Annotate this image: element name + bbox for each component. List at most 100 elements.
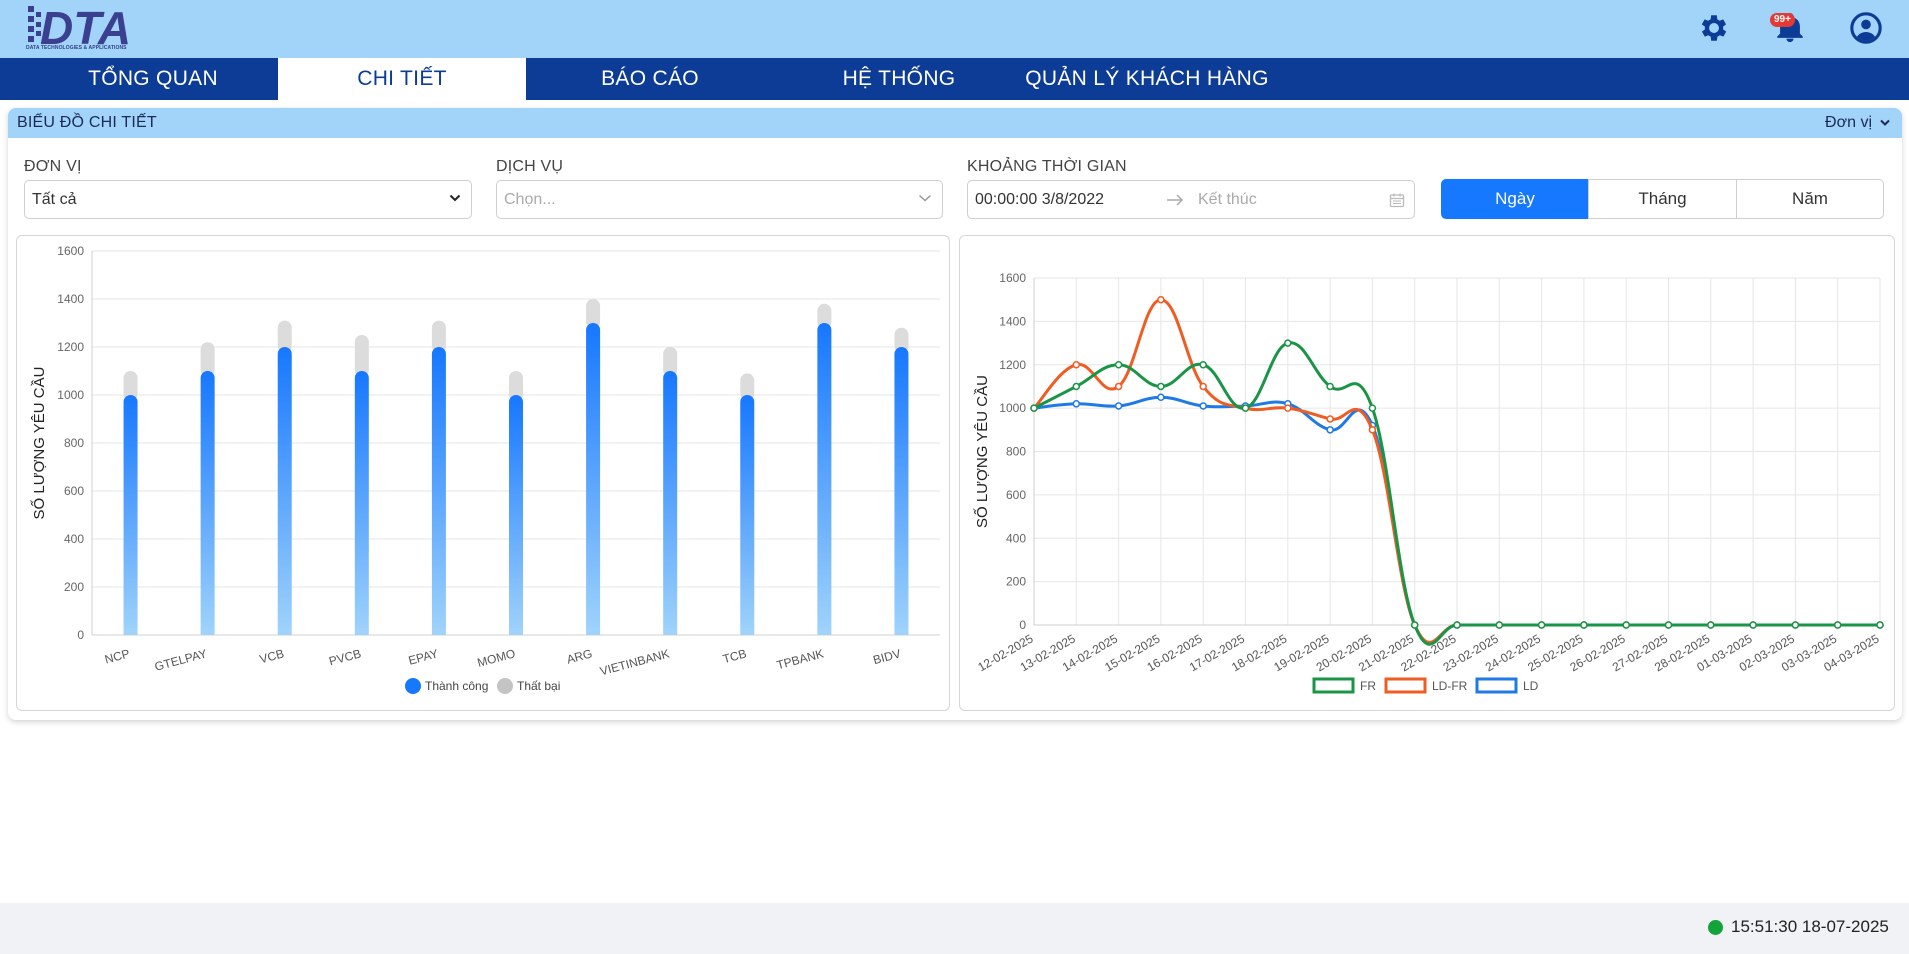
unit-select-value: Tất cả [32, 190, 77, 208]
granularity-day[interactable]: Ngày [1441, 179, 1589, 219]
y-tick-label: 0 [77, 628, 84, 642]
bar-success [431, 347, 446, 635]
date-range-picker[interactable]: 00:00:00 3/8/2022 Kết thúc [967, 180, 1415, 219]
x-tick-label: PVCB [327, 646, 362, 668]
data-point [1707, 621, 1715, 629]
tab-chi-tiet[interactable]: CHI TIẾT [278, 58, 526, 100]
bar-success [509, 395, 523, 635]
x-tick-label: EPAY [407, 646, 440, 667]
legend-swatch [1475, 677, 1518, 694]
service-select[interactable]: Chọn... [496, 180, 943, 219]
data-point [1114, 382, 1123, 391]
legend-swatch [1384, 677, 1427, 694]
bar-success [586, 323, 601, 635]
y-axis-label: SỐ LƯỢNG YÊU CẦU [973, 375, 991, 528]
data-point [1241, 404, 1250, 412]
data-point [1368, 404, 1377, 412]
data-point [1580, 621, 1588, 629]
bar-success [740, 395, 755, 635]
tab-bao-cao[interactable]: BÁO CÁO [526, 58, 774, 100]
app-header: DTA DATA TECHNOLOGIES & APPLICATIONS 99+ [0, 0, 1909, 58]
data-point [1157, 393, 1165, 402]
y-tick-label: 1200 [57, 340, 84, 354]
bar-base [817, 628, 832, 635]
bar-base [740, 628, 755, 635]
arrow-right-icon [1167, 194, 1184, 206]
unit-toggle-label: Đơn vị [1825, 114, 1872, 131]
data-point [1072, 400, 1081, 408]
logo-subtext: DATA TECHNOLOGIES & APPLICATIONS [26, 45, 127, 51]
tab-quan-ly-khach-hang[interactable]: QUẢN LÝ KHÁCH HÀNG [1012, 58, 1282, 100]
x-tick-label: TPBANK [775, 646, 825, 672]
bar-success [894, 347, 909, 635]
data-point [1284, 339, 1292, 347]
legend-label: LD-FR [1432, 679, 1468, 693]
granularity-year[interactable]: Năm [1736, 179, 1884, 219]
y-tick-label: 200 [64, 580, 84, 594]
data-point [1791, 621, 1800, 629]
legend-label: FR [1360, 679, 1376, 693]
y-axis-label: SỐ LƯỢNG YÊU CẦU [30, 367, 48, 520]
data-point [1284, 404, 1292, 412]
data-point [1876, 621, 1884, 629]
y-tick-label: 1600 [999, 271, 1026, 285]
data-point [1199, 402, 1207, 410]
y-tick-label: 1000 [57, 388, 84, 402]
x-tick-label: BIDV [872, 646, 903, 667]
data-point [1326, 382, 1334, 391]
x-tick-label: MOMO [476, 646, 517, 670]
y-tick-label: 1400 [999, 314, 1026, 328]
line-chart: 0200400600800100012001400160012-02-20251… [973, 271, 1884, 694]
y-tick-label: 400 [64, 532, 84, 546]
time-range-label: KHOẢNG THỜI GIAN [967, 158, 1127, 175]
unit-filter-label: ĐƠN VỊ [24, 158, 82, 175]
unit-toggle[interactable]: Đơn vị [1825, 114, 1890, 132]
online-status-indicator [1708, 920, 1723, 935]
bar-base [894, 628, 909, 635]
y-tick-label: 1200 [999, 358, 1026, 372]
line-chart-card: 0 200 400 600 800 1000 1200 1400 1600 12-02-2025 1… [959, 235, 1895, 711]
start-date-input[interactable]: 00:00:00 3/8/2022 [975, 191, 1104, 209]
bar-base [586, 628, 601, 635]
user-circle-icon[interactable] [1849, 11, 1883, 45]
data-point [1453, 621, 1461, 629]
bar-failed [354, 335, 369, 377]
y-tick-label: 1000 [999, 401, 1026, 415]
tab-he-thong[interactable]: HỆ THỐNG [774, 58, 1024, 100]
legend-swatch [1312, 677, 1355, 694]
y-tick-label: 600 [1006, 488, 1026, 502]
bar-base [277, 628, 292, 635]
data-point [1368, 426, 1377, 434]
notification-badge: 99+ [1770, 13, 1795, 27]
data-point [1072, 361, 1081, 369]
panel-header: BIỂU ĐỒ CHI TIẾT Đơn vị [8, 108, 1902, 138]
data-point [1495, 621, 1504, 629]
data-point [1622, 621, 1630, 629]
y-tick-label: 1600 [57, 244, 84, 258]
x-tick-label: TCB [721, 646, 748, 666]
data-point [1114, 402, 1123, 410]
bar-success [277, 347, 292, 635]
unit-select[interactable]: Tất cả [24, 180, 472, 219]
data-point [1114, 361, 1123, 369]
granularity-month[interactable]: Tháng [1588, 179, 1737, 219]
data-point [1664, 621, 1673, 629]
service-filter-label: DỊCH VỤ [496, 158, 564, 175]
tab-tong-quan[interactable]: TỔNG QUAN [28, 58, 278, 100]
status-timestamp: 15:51:30 18-07-2025 [1731, 917, 1889, 936]
bar-base [431, 628, 446, 635]
y-tick-label: 0 [1019, 618, 1026, 632]
end-date-input[interactable]: Kết thúc [1198, 191, 1257, 209]
data-point [1199, 382, 1207, 391]
gear-icon[interactable] [1697, 11, 1731, 45]
legend-swatch [497, 678, 513, 694]
legend-label: Thành công [425, 679, 488, 693]
data-point [1157, 382, 1165, 391]
data-point [1157, 295, 1165, 304]
chevron-down-icon [918, 194, 932, 202]
calendar-icon[interactable] [1389, 192, 1405, 208]
bar-base [200, 628, 215, 635]
bar-base [354, 628, 369, 635]
bar-success [663, 371, 678, 635]
y-tick-label: 400 [1006, 531, 1026, 545]
